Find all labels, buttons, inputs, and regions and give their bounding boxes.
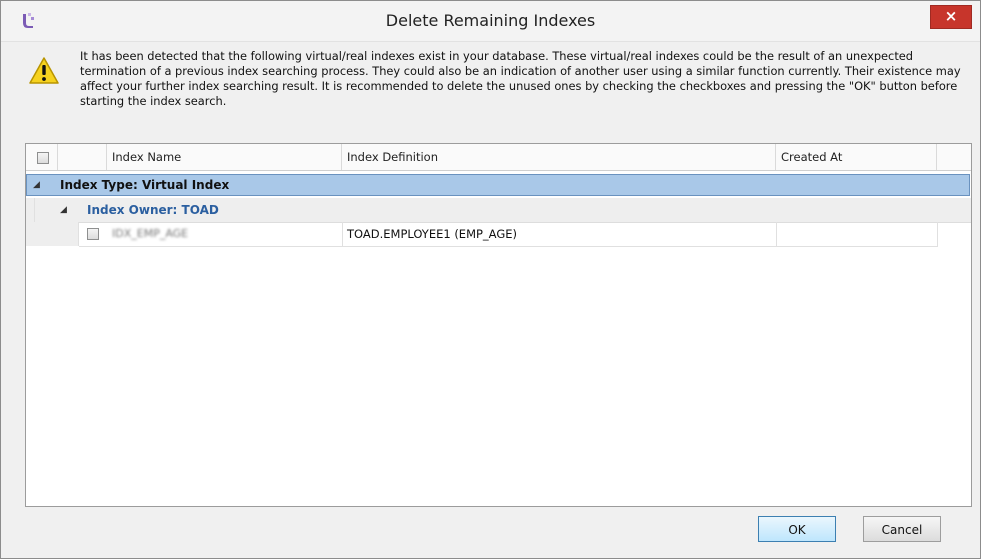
window-title: Delete Remaining Indexes <box>385 11 596 30</box>
column-header-created-at[interactable]: Created At <box>776 144 937 170</box>
index-definition-cell: TOAD.EMPLOYEE1 (EMP_AGE) <box>347 227 518 241</box>
column-divider <box>937 222 938 246</box>
row-checkbox[interactable] <box>87 228 99 240</box>
select-all-checkbox[interactable] <box>37 152 49 164</box>
header-filler <box>937 144 971 170</box>
column-header-index-name[interactable]: Index Name <box>107 144 342 170</box>
grid-header: Index Name Index Definition Created At <box>26 144 971 171</box>
expand-arrow-icon[interactable]: ◢ <box>60 198 67 222</box>
ok-button[interactable]: OK <box>758 516 836 542</box>
table-row[interactable]: IDX_EMP_AGE TOAD.EMPLOYEE1 (EMP_AGE) <box>79 222 938 247</box>
header-spacer <box>58 144 107 170</box>
cancel-button[interactable]: Cancel <box>863 516 941 542</box>
expand-arrow-icon[interactable]: ◢ <box>33 175 40 195</box>
title-bar: Delete Remaining Indexes × <box>1 1 980 42</box>
group-label-index-type: Index Type: Virtual Index <box>60 178 230 192</box>
group-label-index-owner: Index Owner: TOAD <box>87 203 219 217</box>
index-name-cell: IDX_EMP_AGE <box>112 227 189 240</box>
column-divider <box>776 222 777 246</box>
tree-indent <box>34 222 79 246</box>
index-grid: Index Name Index Definition Created At ◢… <box>25 143 972 507</box>
close-button[interactable]: × <box>930 5 972 29</box>
dialog-window: Delete Remaining Indexes × It has been d… <box>0 0 981 559</box>
warning-icon <box>29 57 59 84</box>
group-row-index-owner[interactable]: ◢ Index Owner: TOAD <box>27 198 971 223</box>
column-divider <box>342 222 343 246</box>
warning-message: It has been detected that the following … <box>80 49 961 108</box>
column-header-index-definition[interactable]: Index Definition <box>342 144 776 170</box>
group-row-index-type[interactable]: ◢ Index Type: Virtual Index <box>26 174 970 196</box>
